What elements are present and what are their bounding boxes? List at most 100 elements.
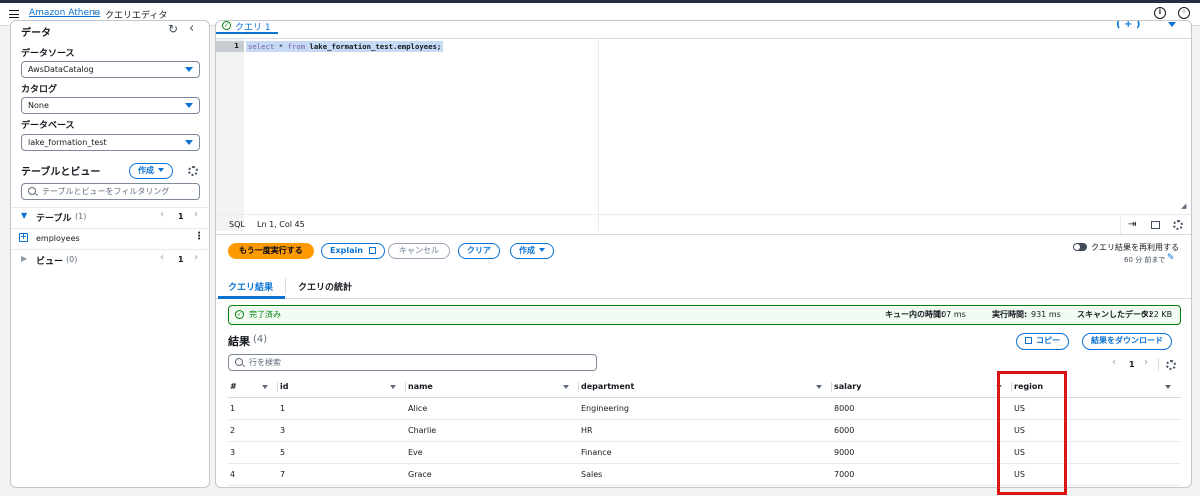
sort-caret-icon[interactable] [1165, 385, 1171, 389]
caret-down-icon [158, 168, 164, 172]
resize-handle-icon[interactable]: ◢ [1181, 202, 1186, 210]
tables-count: (1) [75, 212, 87, 221]
tables-page-number: 1 [178, 212, 184, 221]
query-status-alert: ✓ 完了済み キュー内の時間: 107 ms 実行時間: 931 ms スキャン… [228, 305, 1181, 325]
refresh-icon[interactable]: ↻ [168, 22, 178, 36]
tab-menu-caret-icon[interactable] [1168, 22, 1176, 27]
menu-icon[interactable] [9, 10, 19, 18]
sort-caret-icon[interactable] [390, 385, 396, 389]
data-browser-panel: データ ↻ ‹ データソース AwsDataCatalog カタログ None … [10, 20, 210, 488]
column-header[interactable]: salary [832, 377, 1012, 398]
sort-caret-icon[interactable] [563, 385, 569, 389]
exec-time-value: 931 ms [1031, 310, 1061, 319]
column-header-label: id [280, 382, 289, 392]
run-again-button[interactable]: もう一度実行する [228, 243, 314, 259]
edit-pencil-icon[interactable]: ✎ [1167, 253, 1175, 263]
success-check-icon: ✓ [235, 310, 244, 319]
table-cell: 3 [228, 441, 278, 464]
table-cell: Eve [406, 441, 579, 464]
table-filter-placeholder: テーブルとビューをフィルタリング [42, 187, 170, 196]
settings-circle-icon[interactable]: ◦ [1178, 7, 1190, 19]
create-table-button-label: 作成 [138, 166, 154, 175]
reuse-results-toggle[interactable] [1073, 243, 1087, 251]
sort-caret-icon[interactable] [816, 385, 822, 389]
table-cell: 1 [278, 397, 406, 420]
editor-language: SQL [229, 220, 245, 229]
divider [1158, 358, 1159, 371]
prev-page-icon[interactable]: ‹ [1112, 357, 1116, 368]
more-actions-icon[interactable]: ⋮ [194, 231, 204, 242]
create-button[interactable]: 作成 [510, 243, 554, 259]
line-number: 1 [216, 41, 244, 52]
expand-tables-icon[interactable]: ▼ [21, 211, 27, 220]
sql-text: lake_formation_test.employees; [305, 42, 442, 51]
caret-down-icon [185, 103, 193, 108]
info-icon[interactable]: i [1154, 7, 1166, 19]
column-header[interactable]: department [579, 377, 832, 398]
next-page-icon[interactable]: › [1144, 357, 1148, 368]
catalog-select[interactable]: None [21, 97, 200, 114]
reuse-results-label: クエリ結果を再利用する [1091, 243, 1179, 252]
divider [11, 228, 209, 229]
collapse-panel-icon[interactable]: ‹ [189, 21, 194, 36]
tab-divider [285, 278, 286, 294]
table-cell: 8000 [832, 397, 1012, 420]
sql-text: * [274, 42, 288, 51]
expand-table-icon[interactable]: + [19, 233, 28, 242]
breadcrumb-athena-link[interactable]: Amazon Athena [29, 8, 100, 18]
views-section-label[interactable]: ビュー [36, 254, 63, 267]
copy-button[interactable]: コピー [1016, 333, 1069, 350]
column-header[interactable]: name [406, 377, 579, 398]
row-search-input[interactable]: 行を検索 [228, 354, 597, 371]
divider [216, 298, 1191, 299]
table-filter-input[interactable]: テーブルとビューをフィルタリング [21, 183, 200, 200]
expand-views-icon[interactable]: ▶ [21, 254, 27, 263]
table-cell: Charlie [406, 419, 579, 442]
table-cell: 7000 [832, 463, 1012, 486]
add-tab-icon[interactable]: ( + ) [1116, 21, 1140, 30]
column-header[interactable]: # [228, 377, 278, 398]
next-page-icon[interactable]: › [194, 252, 198, 263]
table-cell: Grace [406, 463, 579, 486]
next-page-icon[interactable]: › [194, 209, 198, 220]
keyboard-icon[interactable] [1151, 221, 1160, 229]
sql-line-1[interactable]: select * from lake_formation_test.employ… [246, 41, 444, 52]
table-cell: Engineering [579, 397, 832, 420]
tab-query-results[interactable]: クエリ結果 [228, 280, 273, 293]
table-cell: 6000 [832, 419, 1012, 442]
table-cell: 2 [228, 419, 278, 442]
create-button-label: 作成 [519, 246, 535, 255]
gear-icon[interactable] [1166, 360, 1176, 370]
divider [216, 234, 1191, 235]
tab-query-stats[interactable]: クエリの統計 [298, 280, 352, 293]
prev-page-icon[interactable]: ‹ [160, 252, 164, 263]
row-search-placeholder: 行を検索 [249, 358, 281, 367]
caret-down-icon [185, 140, 193, 145]
explain-button-label: Explain [330, 246, 363, 255]
cursor-position: Ln 1, Col 45 [257, 220, 305, 229]
sort-caret-icon[interactable] [262, 385, 268, 389]
database-select[interactable]: lake_formation_test [21, 134, 200, 151]
create-table-button[interactable]: 作成 [129, 163, 173, 179]
results-title: 結果 [228, 335, 250, 348]
tables-section-label[interactable]: テーブル [36, 211, 71, 224]
table-item-employees[interactable]: employees [36, 234, 80, 243]
cancel-button[interactable]: キャンセル [388, 243, 450, 259]
copy-icon [1025, 337, 1032, 344]
column-header-label: salary [834, 382, 862, 392]
queue-time-value: 107 ms [936, 310, 966, 319]
gear-icon[interactable] [1173, 220, 1183, 230]
copy-button-label: コピー [1036, 336, 1060, 345]
tables-views-title: テーブルとビュー [21, 167, 101, 178]
prev-page-icon[interactable]: ‹ [160, 209, 164, 220]
datasource-select[interactable]: AwsDataCatalog [21, 61, 200, 78]
format-query-icon[interactable]: ⇥ [1128, 215, 1136, 235]
tab-success-icon: ✓ [222, 21, 231, 30]
gear-icon[interactable] [188, 166, 198, 176]
clear-button[interactable]: クリア [458, 243, 500, 259]
download-results-button[interactable]: 結果をダウンロード [1082, 333, 1172, 350]
line-gutter [216, 39, 244, 231]
table-cell: 9000 [832, 441, 1012, 464]
explain-button[interactable]: Explain [321, 243, 385, 259]
column-header[interactable]: id [278, 377, 406, 398]
